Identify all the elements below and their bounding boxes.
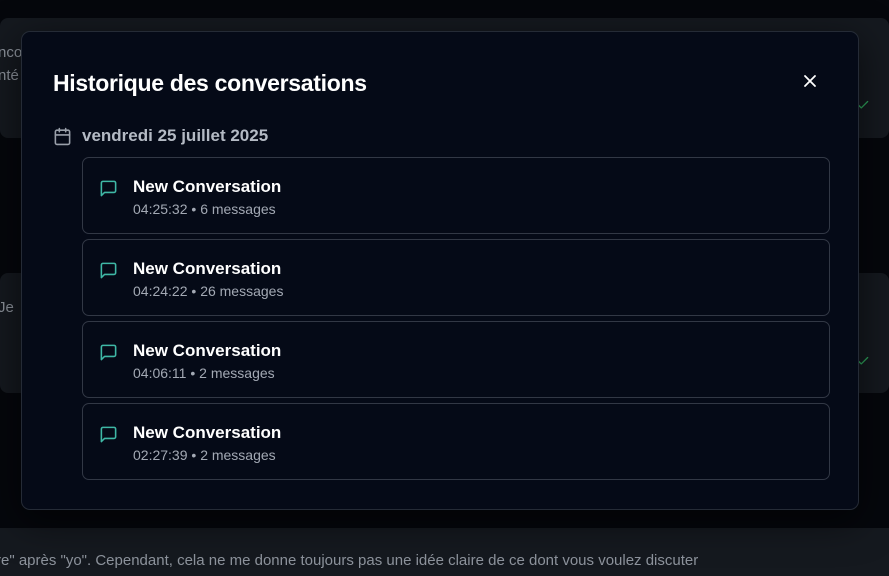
conversation-time: 04:25:32	[133, 201, 188, 217]
meta-separator: •	[191, 283, 197, 299]
conversation-time: 04:24:22	[133, 283, 188, 299]
conversation-meta: 02:27:39 • 2 messages	[133, 447, 276, 463]
conversation-time: 04:06:11	[133, 365, 187, 381]
background-text: nco	[0, 44, 23, 61]
message-count: 6 messages	[200, 201, 276, 217]
meta-separator: •	[191, 201, 197, 217]
conversation-list: New Conversation 04:25:32 • 6 messages N…	[82, 157, 830, 485]
message-square-icon	[99, 179, 118, 203]
conversation-meta: 04:25:32 • 6 messages	[133, 201, 276, 217]
message-count: 2 messages	[199, 365, 275, 381]
conversation-time: 02:27:39	[133, 447, 188, 463]
history-modal: Historique des conversations vendredi 25…	[21, 31, 859, 510]
conversation-title: New Conversation	[133, 423, 282, 442]
message-square-icon	[99, 343, 118, 367]
background-text: nté	[0, 67, 19, 84]
conversation-meta: 04:06:11 • 2 messages	[133, 365, 275, 381]
calendar-icon	[54, 127, 71, 145]
modal-title: Historique des conversations	[53, 70, 367, 96]
meta-separator: •	[191, 447, 197, 463]
background-text: re" après "yo". Cependant, cela ne me do…	[0, 552, 699, 569]
date-group-header: vendredi 25 juillet 2025	[53, 126, 268, 146]
conversation-item[interactable]: New Conversation 04:24:22 • 26 messages	[82, 239, 830, 316]
meta-separator: •	[190, 365, 196, 381]
message-square-icon	[99, 261, 118, 285]
message-square-icon	[99, 425, 118, 449]
background-text: Je	[0, 299, 14, 316]
date-label: vendredi 25 juillet 2025	[82, 126, 269, 145]
conversation-item[interactable]: New Conversation 02:27:39 • 2 messages	[82, 403, 830, 480]
conversation-meta: 04:24:22 • 26 messages	[133, 283, 283, 299]
app-page: nco nté Je re" après "yo". Cependant, ce…	[0, 0, 889, 576]
close-button[interactable]	[797, 68, 823, 94]
conversation-title: New Conversation	[133, 259, 282, 278]
close-icon	[804, 75, 816, 87]
message-count: 2 messages	[200, 447, 276, 463]
message-count: 26 messages	[200, 283, 284, 299]
conversation-item[interactable]: New Conversation 04:06:11 • 2 messages	[82, 321, 830, 398]
conversation-title: New Conversation	[133, 341, 282, 360]
conversation-title: New Conversation	[133, 177, 282, 196]
conversation-item[interactable]: New Conversation 04:25:32 • 6 messages	[82, 157, 830, 234]
